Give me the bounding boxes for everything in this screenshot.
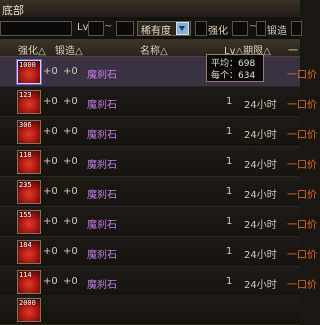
col-trailing: 一 — [288, 46, 298, 57]
forge-value: +0 — [63, 156, 78, 167]
forge-value: +0 — [63, 126, 78, 137]
item-extra: 一口价 — [287, 70, 317, 81]
item-extra: 一口价 — [287, 250, 317, 261]
item-extra: 一口价 — [287, 220, 317, 231]
table-row[interactable]: 114 +0 +0 魔刹石 1 24小时 一口价 — [0, 267, 317, 297]
item-name: 魔刹石 — [87, 250, 117, 261]
item-icon: 2000 — [17, 298, 41, 322]
enhance-value: +0 — [43, 276, 58, 287]
col-enhance[interactable]: 强化△ — [18, 42, 46, 57]
enhance-value: +0 — [43, 96, 58, 107]
enhance-value: +0 — [43, 246, 58, 257]
table-row[interactable]: 235 +0 +0 魔刹石 1 24小时 一口价 — [0, 177, 317, 207]
item-icon: 235 — [17, 180, 41, 204]
price-tooltip: 平均：698 每个：634 — [206, 54, 264, 82]
table-row[interactable]: 118 +0 +0 魔刹石 1 24小时 一口价 — [0, 147, 317, 177]
forge-label: 锻造 — [267, 26, 287, 37]
enhance-value: +0 — [43, 156, 58, 167]
item-extra: 一口价 — [287, 280, 317, 291]
enhance-max-field[interactable] — [232, 21, 248, 36]
item-lv: 1 — [226, 186, 233, 197]
chevron-down-icon[interactable] — [176, 22, 189, 35]
item-icon: 155 — [17, 210, 41, 234]
lv-label: Lv — [77, 22, 89, 33]
enhance-min-field[interactable] — [195, 21, 207, 36]
forge-value: +0 — [63, 276, 78, 287]
rarity-select-value: 稀有度 — [141, 26, 171, 37]
item-extra: 一口价 — [287, 160, 317, 171]
item-extra: 一口价 — [287, 100, 317, 111]
forge-max-field[interactable] — [291, 21, 302, 36]
col-forge[interactable]: 锻造△ — [55, 42, 83, 57]
forge-value: +0 — [63, 246, 78, 257]
item-duration: 24小时 — [244, 130, 277, 141]
search-name-field[interactable] — [0, 21, 72, 36]
lv-max-field[interactable] — [116, 21, 134, 36]
item-lv: 1 — [226, 126, 233, 137]
item-lv: 1 — [226, 216, 233, 227]
window-titlebar: 底部 — [0, 0, 300, 18]
item-name: 魔刹石 — [87, 70, 117, 81]
filter-bar: Lv ~ 稀有度 强化 ~ 锻造 — [0, 17, 302, 40]
item-icon: 114 — [17, 270, 41, 294]
item-extra: 一口价 — [287, 190, 317, 201]
item-icon: 1000 — [17, 60, 41, 84]
enhance-label: 强化 — [208, 26, 228, 37]
item-name: 魔刹石 — [87, 190, 117, 201]
lv-sep: ~ — [104, 21, 113, 32]
item-name: 魔刹石 — [87, 100, 117, 111]
forge-value: +0 — [63, 216, 78, 227]
table-row[interactable]: 155 +0 +0 魔刹石 1 24小时 一口价 — [0, 207, 317, 237]
item-name: 魔刹石 — [87, 130, 117, 141]
tooltip-each: 每个：634 — [211, 71, 256, 81]
item-icon: 306 — [17, 120, 41, 144]
enhance-value: +0 — [43, 66, 58, 77]
enhance-value: +0 — [43, 216, 58, 227]
item-lv: 1 — [226, 246, 233, 257]
lv-min-field[interactable] — [88, 21, 104, 36]
window-title: 底部 — [2, 4, 24, 17]
table-row[interactable]: 306 +0 +0 魔刹石 1 24小时 一口价 — [0, 117, 317, 147]
forge-value: +0 — [63, 66, 78, 77]
enhance-value: +0 — [43, 186, 58, 197]
forge-min-field[interactable] — [256, 21, 266, 36]
enhance-value: +0 — [43, 126, 58, 137]
item-lv: 1 — [226, 156, 233, 167]
item-name: 魔刹石 — [87, 220, 117, 231]
item-icon: 123 — [17, 90, 41, 114]
item-icon: 118 — [17, 150, 41, 174]
item-duration: 24小时 — [244, 250, 277, 261]
forge-value: +0 — [63, 96, 78, 107]
item-name: 魔刹石 — [87, 160, 117, 171]
col-name[interactable]: 名称△ — [140, 42, 168, 57]
table-row[interactable]: 123 +0 +0 魔刹石 1 24小时 一口价 — [0, 87, 317, 117]
item-duration: 24小时 — [244, 220, 277, 231]
item-lv: 1 — [226, 96, 233, 107]
table-row[interactable]: 184 +0 +0 魔刹石 1 24小时 一口价 — [0, 237, 317, 267]
item-duration: 24小时 — [244, 160, 277, 171]
item-icon: 184 — [17, 240, 41, 264]
item-name: 魔刹石 — [87, 280, 117, 291]
item-duration: 24小时 — [244, 190, 277, 201]
item-duration: 24小时 — [244, 280, 277, 291]
item-lv: 1 — [226, 276, 233, 287]
item-duration: 24小时 — [244, 100, 277, 111]
forge-value: +0 — [63, 186, 78, 197]
item-extra: 一口价 — [287, 130, 317, 141]
